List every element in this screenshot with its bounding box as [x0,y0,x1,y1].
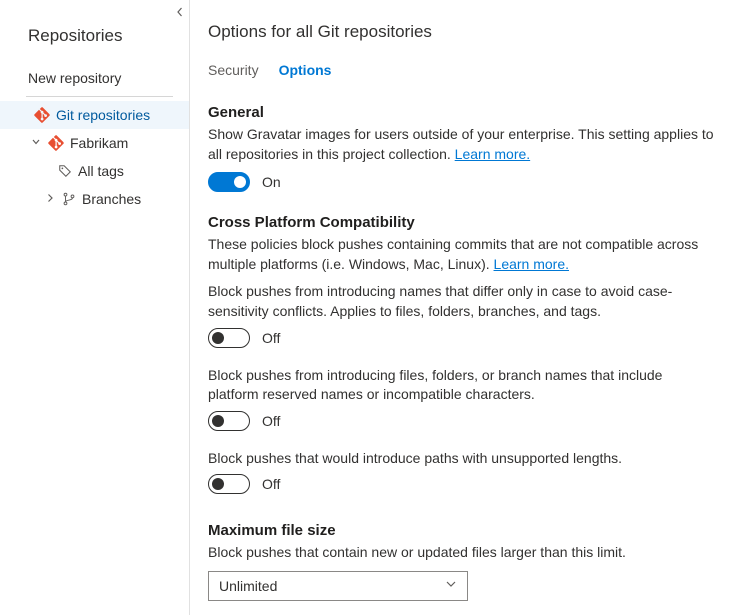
tree-item-label: All tags [78,163,124,179]
tree-item-label: Branches [82,191,141,207]
general-heading: General [208,104,714,121]
page-title: Options for all Git repositories [208,22,714,42]
cross-platform-description: These policies block pushes containing c… [208,235,714,274]
general-description: Show Gravatar images for users outside o… [208,125,714,164]
case-sensitivity-toggle[interactable] [208,328,250,348]
section-cross-platform: Cross Platform Compatibility These polic… [208,214,714,494]
reserved-names-toggle-label: Off [262,413,280,429]
reserved-names-toggle-row: Off [208,411,714,431]
path-length-toggle-label: Off [262,476,280,492]
chevron-right-icon[interactable] [44,193,56,206]
sidebar-title: Repositories [0,8,189,60]
max-file-size-dropdown[interactable]: Unlimited [208,571,468,601]
new-repository-link[interactable]: New repository [0,60,189,96]
tab-options[interactable]: Options [279,62,332,80]
case-sensitivity-toggle-row: Off [208,328,714,348]
chevron-down-icon [445,578,457,593]
chevron-left-icon [175,7,185,17]
case-sensitivity-desc: Block pushes from introducing names that… [208,282,714,321]
chevron-down-icon[interactable] [30,137,42,150]
path-length-toggle-row: Off [208,474,714,494]
gravatar-toggle-row: On [208,172,714,192]
dropdown-selected-value: Unlimited [219,578,277,594]
cross-platform-learn-more-link[interactable]: Learn more. [494,256,569,272]
gravatar-toggle-label: On [262,174,281,190]
main-content: Options for all Git repositories Securit… [190,0,732,615]
section-max-file-size: Maximum file size Block pushes that cont… [208,522,714,601]
tree-item-git-repositories[interactable]: Git repositories [0,101,189,129]
tree-item-all-tags[interactable]: All tags [0,157,189,185]
tag-icon [58,164,72,178]
tree-item-branches[interactable]: Branches [0,185,189,213]
tree-item-fabrikam[interactable]: Fabrikam [0,129,189,157]
path-length-toggle[interactable] [208,474,250,494]
sidebar-divider [26,96,173,97]
path-length-desc: Block pushes that would introduce paths … [208,449,714,469]
toggle-knob [212,415,224,427]
section-general: General Show Gravatar images for users o… [208,104,714,192]
general-learn-more-link[interactable]: Learn more. [455,146,530,162]
tab-security[interactable]: Security [208,62,259,80]
branch-icon [62,192,76,206]
max-file-desc: Block pushes that contain new or updated… [208,543,714,563]
tree-item-label: Fabrikam [70,135,128,151]
tree-item-label: Git repositories [56,107,150,123]
git-icon [48,135,64,151]
git-icon [34,107,50,123]
collapse-sidebar-button[interactable] [175,6,185,20]
case-sensitivity-toggle-label: Off [262,330,280,346]
cross-platform-desc-text: These policies block pushes containing c… [208,236,698,272]
max-file-heading: Maximum file size [208,522,714,539]
sidebar: Repositories New repository Git reposito… [0,0,190,615]
reserved-names-desc: Block pushes from introducing files, fol… [208,366,714,405]
tabs: Security Options [208,62,714,80]
reserved-names-toggle[interactable] [208,411,250,431]
toggle-knob [234,176,246,188]
toggle-knob [212,332,224,344]
gravatar-toggle[interactable] [208,172,250,192]
cross-platform-heading: Cross Platform Compatibility [208,214,714,231]
toggle-knob [212,478,224,490]
repo-tree: Git repositories Fabrikam All tags Branc… [0,99,189,213]
